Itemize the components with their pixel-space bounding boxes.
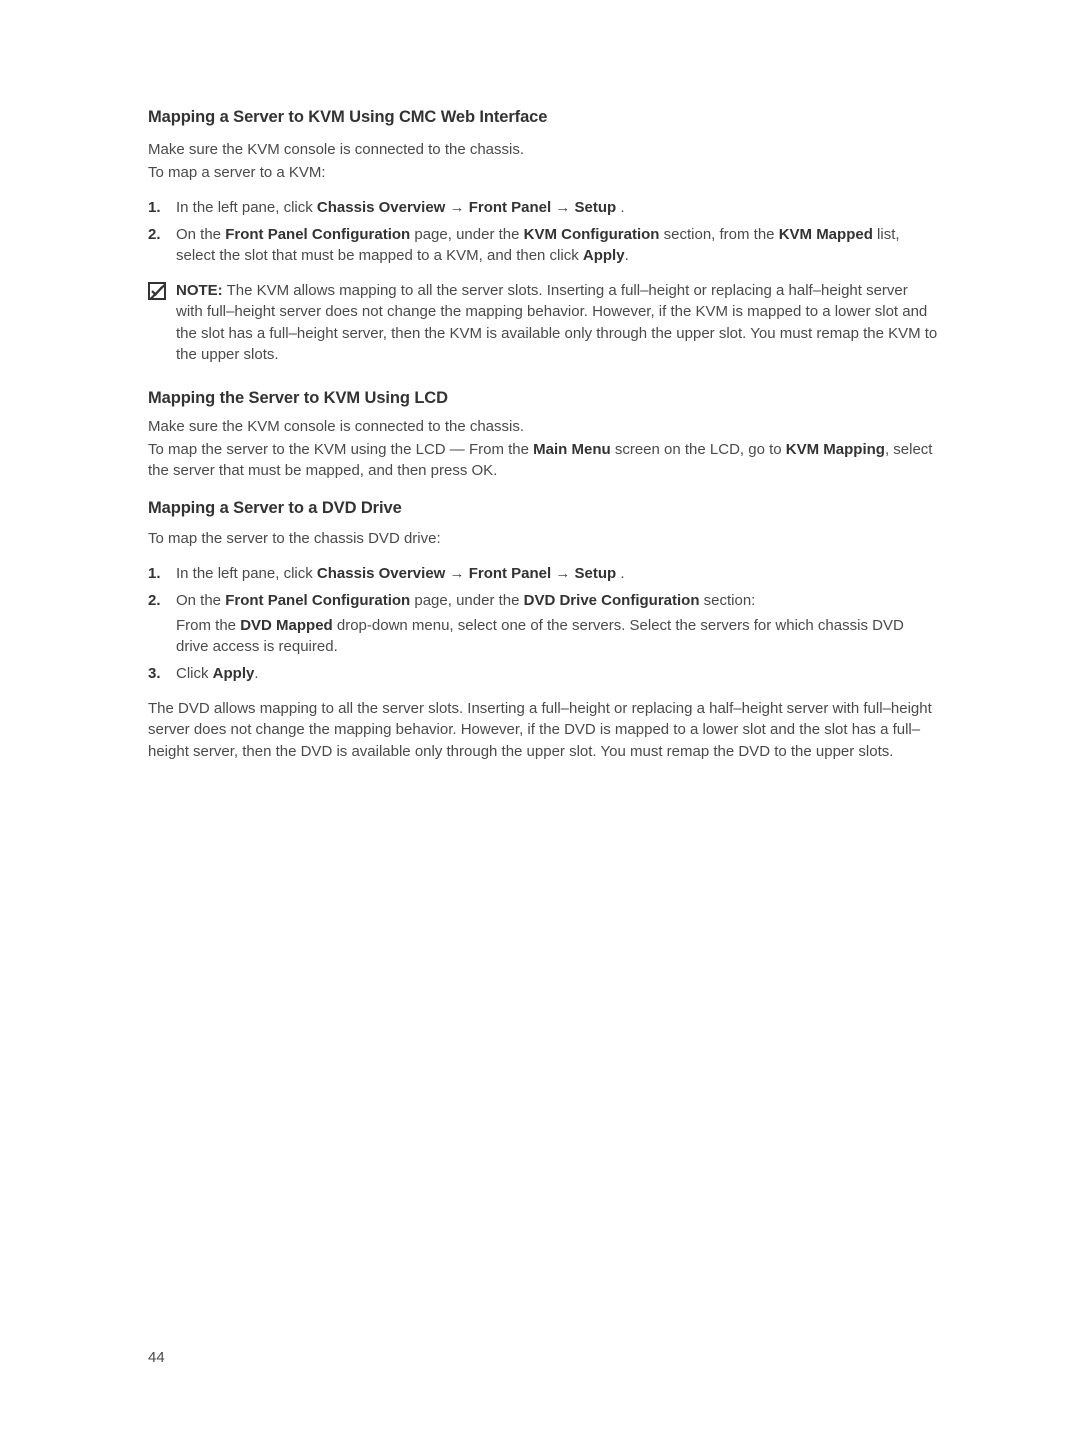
bold-text: KVM Configuration [524, 226, 660, 243]
bold-text: Setup [575, 199, 617, 216]
step-body: Click Apply. [176, 663, 938, 684]
heading-kvm-lcd: Mapping the Server to KVM Using LCD [148, 389, 938, 408]
note-body: The KVM allows mapping to all the server… [176, 282, 937, 363]
text: → [445, 199, 468, 216]
step-number: 3. [148, 663, 176, 684]
text: screen on the LCD, go to [611, 441, 786, 458]
heading-dvd: Mapping a Server to a DVD Drive [148, 499, 938, 518]
step-sub: From the DVD Mapped drop-down menu, sele… [176, 615, 938, 657]
bold-text: Chassis Overview [317, 199, 445, 216]
bold-text: DVD Mapped [240, 617, 333, 634]
list-item: 1. In the left pane, click Chassis Overv… [148, 563, 938, 584]
text: . [254, 665, 258, 682]
note-block: NOTE: The KVM allows mapping to all the … [148, 280, 938, 365]
text: . [616, 565, 624, 582]
kvm-lcd-intro2: To map the server to the KVM using the L… [148, 439, 938, 481]
kvm-web-intro2: To map a server to a KVM: [148, 162, 938, 183]
step-number: 1. [148, 197, 176, 218]
step-number: 1. [148, 563, 176, 584]
list-item: 3. Click Apply. [148, 663, 938, 684]
kvm-web-intro1: Make sure the KVM console is connected t… [148, 139, 938, 160]
step-body: On the Front Panel Configuration page, u… [176, 590, 938, 657]
text: On the [176, 226, 225, 243]
step-number: 2. [148, 590, 176, 657]
bold-text: KVM Mapped [779, 226, 873, 243]
bold-text: KVM Mapping [786, 441, 885, 458]
text: page, under the [410, 592, 523, 609]
step-number: 2. [148, 224, 176, 266]
note-label: NOTE: [176, 282, 223, 299]
bold-text: DVD Drive Configuration [524, 592, 700, 609]
bold-text: Front Panel Configuration [225, 592, 410, 609]
note-text: NOTE: The KVM allows mapping to all the … [176, 280, 938, 365]
step-body: On the Front Panel Configuration page, u… [176, 224, 938, 266]
page-number: 44 [148, 1349, 165, 1366]
list-item: 2. On the Front Panel Configuration page… [148, 590, 938, 657]
text: From the [176, 617, 240, 634]
text: Click [176, 665, 213, 682]
bold-text: Setup [575, 565, 617, 582]
dvd-steps: 1. In the left pane, click Chassis Overv… [148, 563, 938, 684]
text: . [625, 247, 629, 264]
kvm-web-steps: 1. In the left pane, click Chassis Overv… [148, 197, 938, 266]
list-item: 1. In the left pane, click Chassis Overv… [148, 197, 938, 218]
dvd-intro: To map the server to the chassis DVD dri… [148, 528, 938, 549]
text: page, under the [410, 226, 523, 243]
bold-text: Front Panel Configuration [225, 226, 410, 243]
step-body: In the left pane, click Chassis Overview… [176, 197, 938, 218]
bold-text: Apply [213, 665, 255, 682]
text: . [616, 199, 624, 216]
text: In the left pane, click [176, 199, 317, 216]
text: In the left pane, click [176, 565, 317, 582]
text: → [551, 565, 574, 582]
bold-text: Apply [583, 247, 625, 264]
bold-text: Front Panel [469, 199, 552, 216]
note-icon [148, 282, 166, 300]
list-item: 2. On the Front Panel Configuration page… [148, 224, 938, 266]
text: On the [176, 592, 225, 609]
heading-kvm-web: Mapping a Server to KVM Using CMC Web In… [148, 108, 938, 127]
text: → [551, 199, 574, 216]
bold-text: Main Menu [533, 441, 611, 458]
text: section: [699, 592, 755, 609]
text: To map the server to the KVM using the L… [148, 441, 533, 458]
text: → [445, 565, 468, 582]
kvm-lcd-intro1: Make sure the KVM console is connected t… [148, 416, 938, 437]
bold-text: Chassis Overview [317, 565, 445, 582]
dvd-closing: The DVD allows mapping to all the server… [148, 698, 938, 762]
text: section, from the [659, 226, 778, 243]
bold-text: Front Panel [469, 565, 552, 582]
step-body: In the left pane, click Chassis Overview… [176, 563, 938, 584]
